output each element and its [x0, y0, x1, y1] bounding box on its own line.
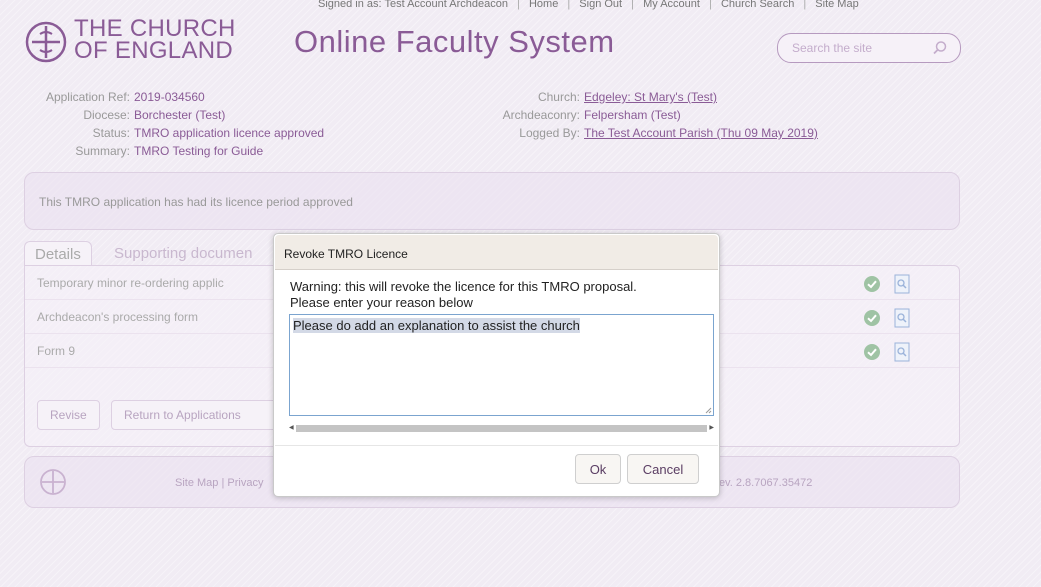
- dialog-title: Revoke TMRO Licence: [284, 247, 408, 261]
- scroll-left-arrow-icon[interactable]: ◀: [289, 424, 294, 431]
- search-placeholder: Search the site: [792, 41, 873, 55]
- detail-row-status: Status: TMRO application licence approved: [24, 124, 324, 142]
- document-view-icon[interactable]: [893, 308, 911, 328]
- tab-details[interactable]: Details: [24, 241, 92, 266]
- reason-textarea[interactable]: Please do add an explanation to assist t…: [289, 314, 714, 416]
- nav-separator: |: [517, 0, 520, 10]
- scrollbar-thumb[interactable]: [296, 425, 707, 432]
- church-logo[interactable]: THE CHURCH OF ENGLAND: [24, 14, 254, 72]
- logo-wordmark: THE CHURCH OF ENGLAND: [74, 17, 236, 64]
- detail-value: 2019-034560: [134, 90, 205, 104]
- scroll-right-arrow-icon[interactable]: ▶: [709, 424, 714, 431]
- warning-line-2: Please enter your reason below: [290, 295, 473, 310]
- detail-label: Summary:: [75, 144, 130, 158]
- nav-separator: |: [631, 0, 635, 10]
- detail-row-diocese: Diocese: Borchester (Test): [24, 106, 324, 124]
- form-name: Temporary minor re-ordering applic: [37, 276, 224, 290]
- nav-link-home[interactable]: Home: [529, 0, 558, 10]
- detail-value: TMRO Testing for Guide: [134, 144, 264, 158]
- detail-row-archdeaconry: Archdeaconry: Felpersham (Test): [478, 106, 818, 124]
- church-cross-logo-icon: [40, 469, 66, 495]
- form-name: Form 9: [37, 344, 76, 358]
- top-nav: Signed in as: Test Account Archdeacon | …: [318, 0, 961, 10]
- document-view-icon[interactable]: [893, 342, 911, 362]
- nav-link-sign-out[interactable]: Sign Out: [579, 0, 622, 10]
- check-circle-icon: [864, 276, 880, 292]
- document-view-icon[interactable]: [893, 274, 911, 294]
- dialog-warning: Warning: this will revoke the licence fo…: [290, 279, 637, 311]
- logged-by-link[interactable]: The Test Account Parish (Thu 09 May 2019…: [584, 126, 818, 140]
- nav-link-site-map[interactable]: Site Map: [815, 0, 858, 10]
- tab-supporting-documents[interactable]: Supporting documen: [104, 241, 262, 266]
- nav-link-church-search[interactable]: Church Search: [721, 0, 794, 10]
- application-details-left: Application Ref: 2019-034560 Diocese: Borc…: [24, 88, 324, 160]
- status-message: This TMRO application has had its licenc…: [39, 195, 353, 209]
- detail-label: Application Ref:: [45, 90, 130, 104]
- detail-row-logged-by: Logged By: The Test Account Parish (Thu 0…: [478, 124, 818, 142]
- search-icon[interactable]: [932, 40, 948, 56]
- search-box[interactable]: Search the site: [777, 33, 961, 63]
- status-message-panel: This TMRO application has had its licenc…: [24, 172, 960, 230]
- church-link[interactable]: Edgeley: St Mary's (Test): [584, 90, 717, 104]
- warning-line-1: Warning: this will revoke the licence fo…: [290, 279, 637, 294]
- detail-label: Diocese:: [83, 108, 130, 122]
- footer-links[interactable]: Site Map | Privacy: [175, 477, 263, 489]
- detail-value: Felpersham (Test): [584, 108, 681, 122]
- check-circle-icon: [864, 310, 880, 326]
- church-cross-logo-icon: [25, 21, 67, 63]
- revise-button[interactable]: Revise: [37, 400, 100, 430]
- resize-grip-icon[interactable]: [704, 406, 712, 414]
- detail-row-application-ref: Application Ref: 2019-034560: [24, 88, 324, 106]
- detail-label: Archdeaconry:: [502, 108, 580, 122]
- site-title: Online Faculty System: [294, 24, 615, 59]
- horizontal-scrollbar[interactable]: ◀ ▶: [289, 423, 714, 433]
- logo-line-2: OF ENGLAND: [74, 37, 234, 64]
- dialog-divider: [275, 445, 718, 446]
- cancel-button[interactable]: Cancel: [627, 454, 699, 484]
- nav-separator: |: [803, 0, 807, 10]
- detail-label: Church:: [537, 90, 580, 104]
- nav-link-my-account[interactable]: My Account: [643, 0, 700, 10]
- detail-value: TMRO application licence approved: [134, 126, 325, 140]
- check-circle-icon: [864, 344, 880, 360]
- application-details-right: Church: Edgeley: St Mary's (Test) Archdea…: [478, 88, 818, 142]
- nav-separator: |: [567, 0, 571, 10]
- revoke-licence-dialog: Revoke TMRO Licence Warning: this will r…: [273, 233, 720, 497]
- form-name: Archdeacon's processing form: [37, 310, 199, 324]
- detail-label: Status:: [92, 126, 130, 140]
- detail-value: Borchester (Test): [134, 108, 226, 122]
- detail-row-summary: Summary: TMRO Testing for Guide: [24, 142, 324, 160]
- detail-label: Logged By:: [519, 126, 580, 140]
- return-to-applications-button[interactable]: Return to Applications: [111, 400, 281, 430]
- ok-button[interactable]: Ok: [575, 454, 621, 484]
- reason-text: Please do add an explanation to assist t…: [293, 318, 580, 333]
- footer-revision: Rev. 2.8.7067.35472: [711, 477, 813, 489]
- detail-row-church: Church: Edgeley: St Mary's (Test): [478, 88, 818, 106]
- dialog-header[interactable]: Revoke TMRO Licence: [275, 235, 718, 270]
- nav-separator: |: [709, 0, 712, 10]
- signed-in-text: Signed in as: Test Account Archdeacon: [318, 0, 508, 10]
